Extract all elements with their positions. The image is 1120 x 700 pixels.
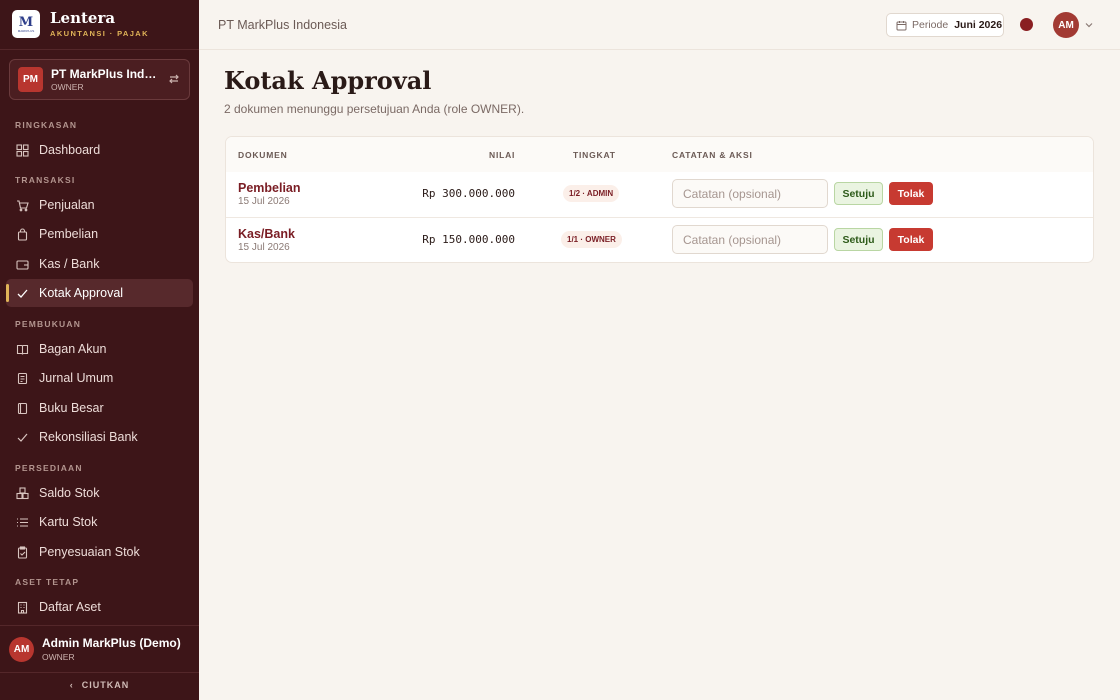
page-title: Kotak Approval <box>224 66 432 95</box>
boxes-icon <box>16 486 29 499</box>
book-icon <box>16 344 29 355</box>
period-selector[interactable]: Periode Juni 2026 <box>886 13 1004 37</box>
approve-button[interactable]: Setuju <box>834 228 883 251</box>
approve-button[interactable]: Setuju <box>834 182 883 205</box>
sidebar-item-label: Pembelian <box>39 227 99 241</box>
document-date: 15 Jul 2026 <box>238 196 290 207</box>
cart-icon <box>17 199 29 211</box>
column-header-notes-actions: CATATAN & AKSI <box>672 150 753 160</box>
status-dot[interactable] <box>1020 18 1033 31</box>
brand-subtitle: AKUNTANSI · PAJAK <box>50 29 149 38</box>
collapse-label: CIUTKAN <box>81 680 130 690</box>
collapse-sidebar-button[interactable]: ‹ CIUTKAN <box>0 680 199 690</box>
reject-button[interactable]: Tolak <box>889 228 933 251</box>
amount: Rp 300.000.000 <box>422 187 515 200</box>
avatar[interactable]: AM <box>1053 12 1079 38</box>
section-label: PERSEDIAAN <box>15 463 83 473</box>
sidebar-item-bagan-akun[interactable]: Bagan Akun <box>6 335 193 363</box>
sidebar: M MARKPLUS Lentera AKUNTANSI · PAJAK PM … <box>0 0 199 700</box>
top-header: PT MarkPlus Indonesia Periode Juni 2026 … <box>199 0 1120 50</box>
level-badge: 1/2 · ADMIN <box>563 185 620 202</box>
sidebar-item-rekonsiliasi-bank[interactable]: Rekonsiliasi Bank <box>6 423 193 451</box>
period-label: Periode <box>912 19 949 31</box>
sidebar-item-dashboard[interactable]: Dashboard <box>6 136 193 164</box>
table-row: Pembelian 15 Jul 2026 Rp 300.000.000 1/2… <box>226 172 1093 217</box>
sidebar-item-jurnal-umum[interactable]: Jurnal Umum <box>6 364 193 392</box>
company-switcher[interactable]: PM PT MarkPlus Indonesia OWNER <box>9 59 190 100</box>
switch-arrows-icon <box>169 74 179 84</box>
table-row: Kas/Bank 15 Jul 2026 Rp 150.000.000 1/1 … <box>226 217 1093 262</box>
chevron-down-icon[interactable] <box>1084 20 1094 30</box>
divider <box>0 672 199 673</box>
table-header: DOKUMEN NILAI TINGKAT CATATAN & AKSI <box>226 137 1093 172</box>
page-subtitle: 2 dokumen menunggu persetujuan Anda (rol… <box>224 102 525 116</box>
amount: Rp 150.000.000 <box>422 233 515 246</box>
sidebar-item-saldo-stok[interactable]: Saldo Stok <box>6 479 193 507</box>
company-role: OWNER <box>51 82 84 92</box>
header-company-name: PT MarkPlus Indonesia <box>218 18 347 32</box>
note-input[interactable] <box>672 225 828 254</box>
building-icon <box>17 601 28 614</box>
avatar: AM <box>9 636 34 662</box>
bag-icon <box>17 227 28 241</box>
divider <box>0 625 199 626</box>
sidebar-item-penjualan[interactable]: Penjualan <box>6 191 193 219</box>
sidebar-item-label: Rekonsiliasi Bank <box>39 430 138 444</box>
sidebar-item-pembelian[interactable]: Pembelian <box>6 220 193 248</box>
clipboard-icon <box>17 545 28 559</box>
sidebar-item-label: Penyesuaian Stok <box>39 545 140 559</box>
sidebar-item-kotak-approval[interactable]: Kotak Approval <box>6 279 193 307</box>
user-role: OWNER <box>42 652 75 662</box>
brand-logo: M MARKPLUS <box>12 10 40 38</box>
divider <box>0 49 199 50</box>
check-icon <box>17 289 28 298</box>
document-link[interactable]: Kas/Bank <box>238 227 295 241</box>
sidebar-item-label: Penjualan <box>39 198 95 212</box>
sidebar-item-buku-besar[interactable]: Buku Besar <box>6 394 193 422</box>
chevron-left-icon: ‹ <box>69 680 74 690</box>
sidebar-item-kartu-stok[interactable]: Kartu Stok <box>6 508 193 536</box>
sidebar-item-label: Dashboard <box>39 143 101 157</box>
column-header-document: DOKUMEN <box>238 150 288 160</box>
sidebar-item-label: Kartu Stok <box>39 515 98 529</box>
list-icon <box>17 517 28 527</box>
section-label: PEMBUKUAN <box>15 319 82 329</box>
sidebar-item-label: Kas / Bank <box>39 257 100 271</box>
section-label: RINGKASAN <box>15 120 78 130</box>
brand[interactable]: M MARKPLUS Lentera AKUNTANSI · PAJAK <box>12 10 149 38</box>
wallet-icon <box>16 259 29 270</box>
sidebar-item-kas-bank[interactable]: Kas / Bank <box>6 250 193 278</box>
ledger-icon <box>17 402 28 414</box>
sidebar-item-daftar-aset[interactable]: Daftar Aset <box>6 593 193 621</box>
check-icon <box>17 433 28 442</box>
user-profile[interactable]: AM Admin MarkPlus (Demo) OWNER <box>9 636 181 662</box>
reject-button[interactable]: Tolak <box>889 182 933 205</box>
brand-name: Lentera <box>50 9 116 27</box>
grid-icon <box>16 143 29 157</box>
section-label: ASET TETAP <box>15 577 80 587</box>
sidebar-item-label: Jurnal Umum <box>39 371 114 385</box>
logo-letter: M <box>18 14 34 30</box>
company-avatar: PM <box>18 67 43 92</box>
user-name: Admin MarkPlus (Demo) <box>42 636 181 650</box>
note-input[interactable] <box>672 179 828 208</box>
sidebar-item-label: Kotak Approval <box>39 286 124 300</box>
level-badge: 1/1 · OWNER <box>561 231 622 248</box>
logo-subtext: MARKPLUS <box>17 28 35 33</box>
section-label: TRANSAKSI <box>15 175 76 185</box>
document-link[interactable]: Pembelian <box>238 181 301 195</box>
approval-table: DOKUMEN NILAI TINGKAT CATATAN & AKSI Pem… <box>225 136 1094 263</box>
sidebar-item-label: Saldo Stok <box>39 486 100 500</box>
sidebar-item-label: Daftar Aset <box>39 600 101 614</box>
document-date: 15 Jul 2026 <box>238 242 290 253</box>
sidebar-item-label: Buku Besar <box>39 401 104 415</box>
company-name: PT MarkPlus Indonesia <box>51 67 163 81</box>
document-icon <box>17 372 28 384</box>
period-value: Juni 2026 <box>954 19 1003 31</box>
calendar-icon <box>896 20 907 30</box>
sidebar-item-label: Bagan Akun <box>39 342 107 356</box>
column-header-value: NILAI <box>489 150 516 160</box>
sidebar-item-penyesuaian-stok[interactable]: Penyesuaian Stok <box>6 538 193 566</box>
column-header-level: TINGKAT <box>573 150 616 160</box>
